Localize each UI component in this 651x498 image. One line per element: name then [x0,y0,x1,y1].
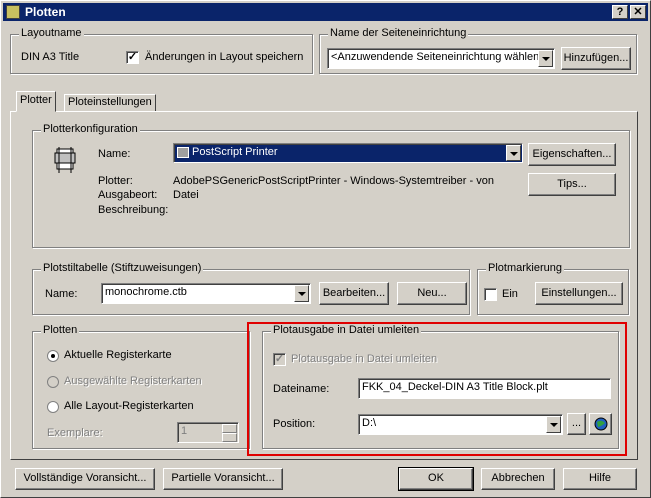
plotter-config-group: Plotterkonfiguration Name: PostScript Pr… [32,123,630,248]
browse-button[interactable]: ... [567,413,586,435]
printer-icon [177,147,189,158]
help-title-button[interactable]: ? [612,5,628,19]
plotter-value: AdobePSGenericPostScriptPrinter - Window… [173,175,494,187]
output-location-value: Datei [173,189,199,201]
file-output-checkbox-label: Plotausgabe in Datei umleiten [291,353,438,365]
stepper-down-icon[interactable] [222,433,237,442]
filename-label: Dateiname: [273,383,330,395]
plotter-config-legend: Plotterkonfiguration [41,123,140,135]
save-layout-checkbox[interactable]: ✓ [126,51,139,64]
plot-group: Plotten Aktuelle Registerkarte Ausgewähl… [32,324,250,449]
close-icon[interactable]: ✕ [630,5,646,19]
plotter-icon [53,145,79,175]
tab-panel-plotter: Plotterkonfiguration Name: PostScript Pr… [10,111,638,460]
page-setup-select[interactable]: <Anzuwendende Seiteneinrichtung wählen> [327,48,555,69]
page-setup-group: Name der Seiteneinrichtung <Anzuwendende… [319,27,637,74]
ok-button[interactable]: OK [398,467,474,491]
plot-stamp-on-label: Ein [502,288,518,300]
radio-all-layout-tabs[interactable] [47,401,59,413]
description-label: Beschreibung: [98,204,169,216]
file-output-group: Plotausgabe in Datei umleiten ✓ Plotausg… [262,324,619,449]
plot-stamp-settings-button[interactable]: Einstellungen... [535,282,623,305]
page-setup-legend: Name der Seiteneinrichtung [328,27,469,39]
plot-stamp-group: Plotmarkierung Ein Einstellungen... [477,262,629,315]
output-location-label: Ausgabeort: [98,189,158,201]
radio-selected-tabs-label: Ausgewählte Registerkarten [64,375,202,387]
plotter-name-label: Name: [98,148,131,160]
save-layout-label: Änderungen in Layout speichern [145,51,304,63]
layout-name-value: DIN A3 Title [21,51,80,63]
tab-plot-settings[interactable]: Ploteinstellungen [64,94,156,112]
plot-dialog: Plotten ? ✕ Layoutname DIN A3 Title ✓ Än… [0,0,651,498]
full-preview-button[interactable]: Vollständige Voransicht... [15,468,155,490]
globe-icon[interactable] [589,413,612,435]
plotter-name-value: PostScript Printer [192,146,278,158]
file-output-checkbox[interactable]: ✓ [273,353,286,366]
chevron-down-icon[interactable] [546,416,561,433]
partial-preview-button[interactable]: Partielle Voransicht... [163,468,283,490]
position-label: Position: [273,418,316,430]
help-button[interactable]: Hilfe [563,468,637,490]
position-select-value: D:\ [362,417,377,429]
copies-value: 1 [181,425,188,437]
copies-label: Exemplare: [47,427,103,439]
filename-input[interactable]: FKK_04_Deckel-DIN A3 Title Block.plt [358,378,611,399]
radio-selected-tabs[interactable] [47,376,59,388]
layout-name-legend: Layoutname [19,27,84,39]
plotter-properties-button[interactable]: Eigenschaften... [528,143,616,166]
plot-group-legend: Plotten [41,324,80,336]
edit-plot-style-button[interactable]: Bearbeiten... [319,282,389,305]
filename-input-value: FKK_04_Deckel-DIN A3 Title Block.plt [362,381,548,393]
add-page-setup-button[interactable]: Hinzufügen... [561,47,631,70]
plot-stamp-legend: Plotmarkierung [486,262,564,274]
copies-stepper[interactable]: 1 [177,422,239,443]
plot-style-name-label: Name: [45,288,78,300]
stepper-up-icon[interactable] [222,424,237,433]
plot-style-group: Plotstiltabelle (Stiftzuweisungen) Name:… [32,262,470,315]
plot-style-select-value: monochrome.ctb [105,286,187,298]
plot-style-select[interactable]: monochrome.ctb [101,283,311,304]
plot-style-legend: Plotstiltabelle (Stiftzuweisungen) [41,262,204,274]
cancel-button[interactable]: Abbrechen [481,468,555,490]
position-select[interactable]: D:\ [358,414,563,435]
window-title: Plotten [25,5,66,19]
tab-plotter[interactable]: Plotter [16,91,56,112]
chevron-down-icon[interactable] [506,145,521,161]
chevron-down-icon[interactable] [538,50,553,67]
plot-stamp-checkbox[interactable] [484,288,497,301]
plotter-tips-button[interactable]: Tips... [528,173,616,196]
radio-current-tab-label: Aktuelle Registerkarte [64,349,172,361]
plotter-name-select[interactable]: PostScript Printer [173,143,523,163]
app-icon [6,5,20,19]
layout-name-group: Layoutname DIN A3 Title ✓ Änderungen in … [10,27,313,74]
file-output-legend: Plotausgabe in Datei umleiten [271,324,422,336]
radio-current-tab[interactable] [47,350,59,362]
new-plot-style-button[interactable]: Neu... [397,282,467,305]
page-setup-select-value: <Anzuwendende Seiteneinrichtung wählen> [331,51,546,63]
title-bar: Plotten ? ✕ [3,3,648,21]
chevron-down-icon[interactable] [294,285,309,302]
radio-all-layout-tabs-label: Alle Layout-Registerkarten [64,400,194,412]
plotter-label: Plotter: [98,175,133,187]
